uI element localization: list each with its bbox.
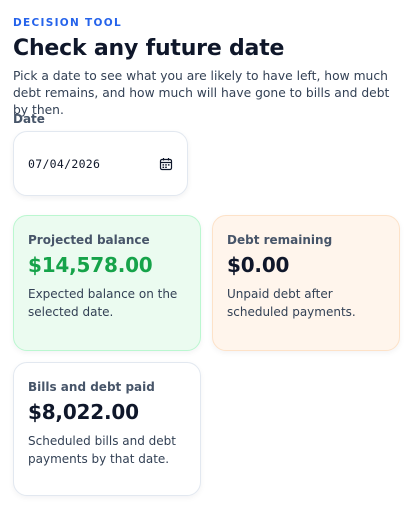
projected-balance-description: Expected balance on the selected date. — [28, 287, 178, 319]
calendar-icon[interactable] — [159, 157, 173, 171]
projected-balance-card: Projected balance $14,578.00 Expected ba… — [13, 215, 201, 351]
debt-remaining-value: $0.00 — [227, 253, 290, 277]
debt-remaining-description: Unpaid debt after scheduled payments. — [227, 287, 356, 319]
projected-balance-value: $14,578.00 — [28, 253, 153, 277]
bills-debt-paid-value: $8,022.00 — [28, 400, 139, 424]
debt-remaining-label: Debt remaining — [227, 233, 333, 247]
page-subtitle: Pick a date to see what you are likely t… — [13, 69, 390, 117]
debt-remaining-card: Debt remaining $0.00 Unpaid debt after s… — [212, 215, 400, 351]
page-title: Check any future date — [13, 36, 285, 61]
date-label: Date — [13, 112, 45, 126]
date-input[interactable]: 07/04/2026 — [13, 131, 188, 196]
bills-debt-paid-card: Bills and debt paid $8,022.00 Scheduled … — [13, 362, 201, 496]
section-eyebrow: DECISION TOOL — [13, 17, 122, 29]
bills-debt-paid-label: Bills and debt paid — [28, 380, 155, 394]
date-value[interactable]: 07/04/2026 — [28, 157, 159, 171]
decision-tool-panel: DECISION TOOL Check any future date Pick… — [0, 0, 415, 513]
bills-debt-paid-description: Scheduled bills and debt payments by tha… — [28, 434, 176, 466]
projected-balance-label: Projected balance — [28, 233, 150, 247]
